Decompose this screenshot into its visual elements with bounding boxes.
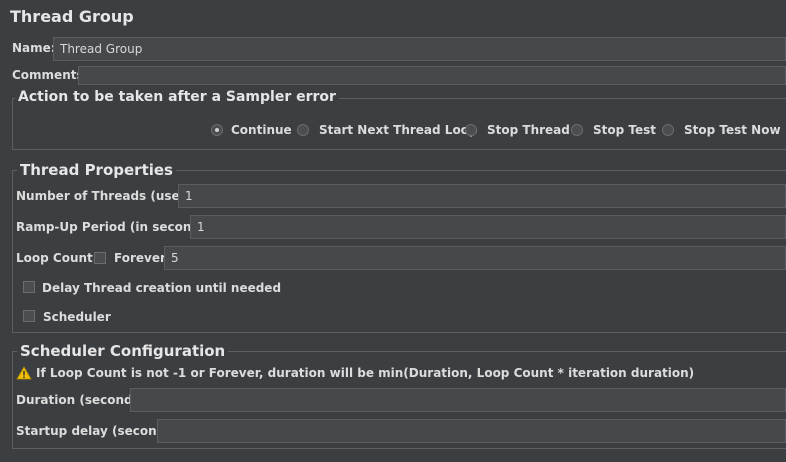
radio-continue[interactable] [211, 124, 223, 136]
comments-label: Comments: [12, 68, 89, 82]
delay-thread-checkbox[interactable] [23, 281, 35, 293]
loop-count-input[interactable]: 5 [164, 246, 786, 270]
name-input[interactable]: Thread Group [53, 37, 786, 61]
num-threads-label: Number of Threads (users): [16, 189, 204, 203]
comments-input[interactable] [78, 66, 786, 85]
radio-stop-test[interactable] [571, 124, 583, 136]
radio-stop-test-now[interactable] [662, 124, 674, 136]
warning-triangle-icon [16, 366, 32, 380]
radio-selected-dot [215, 128, 219, 132]
scheduler-config-legend: Scheduler Configuration [17, 342, 229, 360]
startup-delay-input[interactable] [157, 419, 786, 443]
radio-continue-label[interactable]: Continue [231, 123, 292, 137]
scheduler-warning-text: If Loop Count is not -1 or Forever, dura… [36, 366, 695, 380]
radio-start-next-thread-loop[interactable] [297, 124, 309, 136]
scheduler-label[interactable]: Scheduler [43, 310, 111, 324]
duration-label: Duration (seconds) [16, 393, 146, 407]
thread-properties-legend: Thread Properties [17, 161, 176, 179]
scheduler-checkbox[interactable] [23, 310, 35, 322]
radio-stop-thread[interactable] [465, 124, 477, 136]
radio-stop-thread-label[interactable]: Stop Thread [487, 123, 570, 137]
radio-stop-test-label[interactable]: Stop Test [593, 123, 656, 137]
radio-stop-test-now-label[interactable]: Stop Test Now [684, 123, 781, 137]
loop-count-label: Loop Count: [16, 251, 98, 265]
forever-label[interactable]: Forever [114, 251, 166, 265]
radio-start-next-thread-loop-label[interactable]: Start Next Thread Loop [319, 123, 478, 137]
sampler-error-legend: Action to be taken after a Sampler error [15, 89, 339, 105]
ramp-up-input[interactable]: 1 [190, 215, 786, 239]
startup-delay-label: Startup delay (seconds) [16, 424, 178, 438]
duration-input[interactable] [130, 388, 786, 412]
num-threads-input[interactable]: 1 [178, 184, 786, 208]
ramp-up-label: Ramp-Up Period (in seconds): [16, 220, 218, 234]
page-title: Thread Group [10, 7, 134, 26]
name-label: Name: [12, 41, 56, 55]
delay-thread-label[interactable]: Delay Thread creation until needed [42, 281, 281, 295]
forever-checkbox[interactable] [94, 252, 106, 264]
